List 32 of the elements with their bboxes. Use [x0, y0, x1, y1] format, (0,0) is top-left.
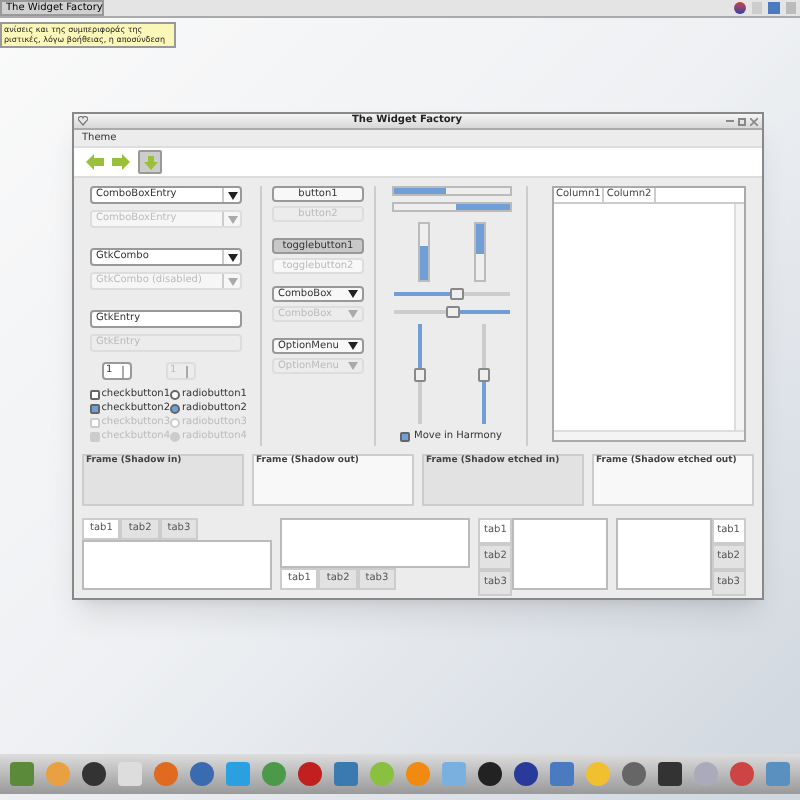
app-icon[interactable] [514, 762, 538, 786]
dropdown-arrow-icon [227, 191, 237, 199]
checkbox[interactable] [90, 390, 100, 400]
vertical-scrollbar[interactable] [734, 204, 744, 430]
app-icon[interactable] [478, 762, 502, 786]
app-icon[interactable] [82, 762, 106, 786]
dropdown-arrow-icon [348, 290, 358, 298]
go-back-icon[interactable] [86, 154, 104, 170]
slider-thumb[interactable] [450, 288, 465, 300]
radio-button[interactable] [170, 390, 180, 400]
close-icon[interactable] [750, 117, 758, 125]
flag-icon[interactable] [734, 2, 746, 14]
slider-thumb[interactable] [445, 306, 459, 318]
dropdown-arrow-icon [348, 362, 358, 370]
toolbar-toggle-button[interactable] [138, 150, 162, 174]
slider-thumb[interactable] [413, 368, 425, 382]
checkbox[interactable] [90, 404, 100, 414]
dropdown-arrow-icon [348, 342, 358, 350]
go-forward-icon[interactable] [112, 154, 130, 170]
horizontal-scrollbar[interactable] [554, 430, 744, 440]
dropdown-arrow-icon [227, 253, 237, 261]
radio-button[interactable] [170, 404, 180, 414]
dropdown-arrow-icon [227, 215, 237, 223]
checkbox[interactable] [400, 432, 410, 442]
maximize-button[interactable] [738, 117, 746, 125]
tab-page [616, 518, 712, 590]
heart-icon[interactable] [78, 116, 88, 126]
tab-page [512, 518, 608, 590]
down-arrow-icon [143, 155, 157, 169]
dropdown-arrow-icon [348, 310, 358, 318]
slider-thumb[interactable] [477, 368, 489, 382]
dropdown-arrow-icon [227, 277, 237, 285]
